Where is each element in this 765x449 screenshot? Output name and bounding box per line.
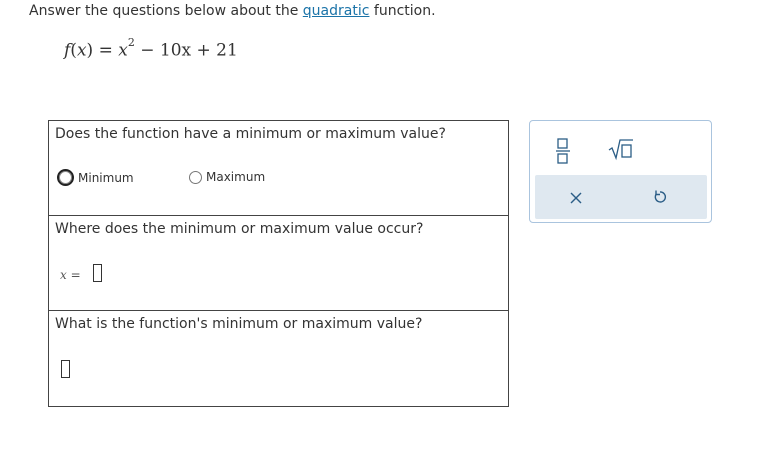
x-equals-sign: = bbox=[66, 268, 81, 282]
fraction-icon[interactable] bbox=[555, 137, 571, 165]
close-icon[interactable] bbox=[569, 190, 583, 204]
question-value: What is the function's minimum or maximu… bbox=[49, 310, 508, 405]
formula-exponent: 2 bbox=[127, 36, 135, 49]
instructions-prefix: Answer the questions below about the bbox=[29, 3, 303, 19]
question-min-max: Does the function have a minimum or maxi… bbox=[49, 121, 508, 215]
function-formula: f(x) = x2 − 10x + 21 bbox=[64, 36, 238, 61]
question-3-text: What is the function's minimum or maximu… bbox=[55, 316, 423, 332]
function-variable: x bbox=[76, 40, 87, 61]
palette-action-bar bbox=[535, 175, 707, 219]
formula-base: x bbox=[118, 40, 128, 61]
question-1-text: Does the function have a minimum or maxi… bbox=[55, 126, 446, 142]
radio-maximum-circle[interactable] bbox=[189, 170, 202, 184]
radio-minimum-label: Minimum bbox=[78, 170, 134, 185]
instructions: Answer the questions below about the qua… bbox=[29, 3, 436, 19]
radio-maximum-label: Maximum bbox=[206, 170, 266, 184]
function-name: f bbox=[64, 40, 71, 61]
quadratic-link[interactable]: quadratic bbox=[303, 3, 370, 19]
radio-minimum[interactable]: Minimum bbox=[57, 169, 134, 186]
radio-minimum-circle[interactable] bbox=[57, 169, 74, 186]
x-variable: x bbox=[60, 268, 67, 282]
x-value-input[interactable] bbox=[93, 264, 102, 282]
question-box: Does the function have a minimum or maxi… bbox=[48, 120, 509, 407]
formula-rest: − 10x + 21 bbox=[134, 40, 238, 61]
sqrt-icon[interactable] bbox=[608, 137, 634, 161]
min-max-value-input[interactable] bbox=[61, 360, 70, 378]
x-equals-label: x = bbox=[60, 268, 81, 282]
instructions-suffix: function. bbox=[369, 3, 436, 19]
question-location: Where does the minimum or maximum value … bbox=[49, 215, 508, 310]
radio-maximum[interactable]: Maximum bbox=[189, 170, 265, 184]
undo-icon[interactable] bbox=[652, 189, 668, 205]
question-2-text: Where does the minimum or maximum value … bbox=[55, 221, 424, 237]
formula-equals: = bbox=[93, 40, 119, 61]
math-palette bbox=[529, 120, 712, 223]
